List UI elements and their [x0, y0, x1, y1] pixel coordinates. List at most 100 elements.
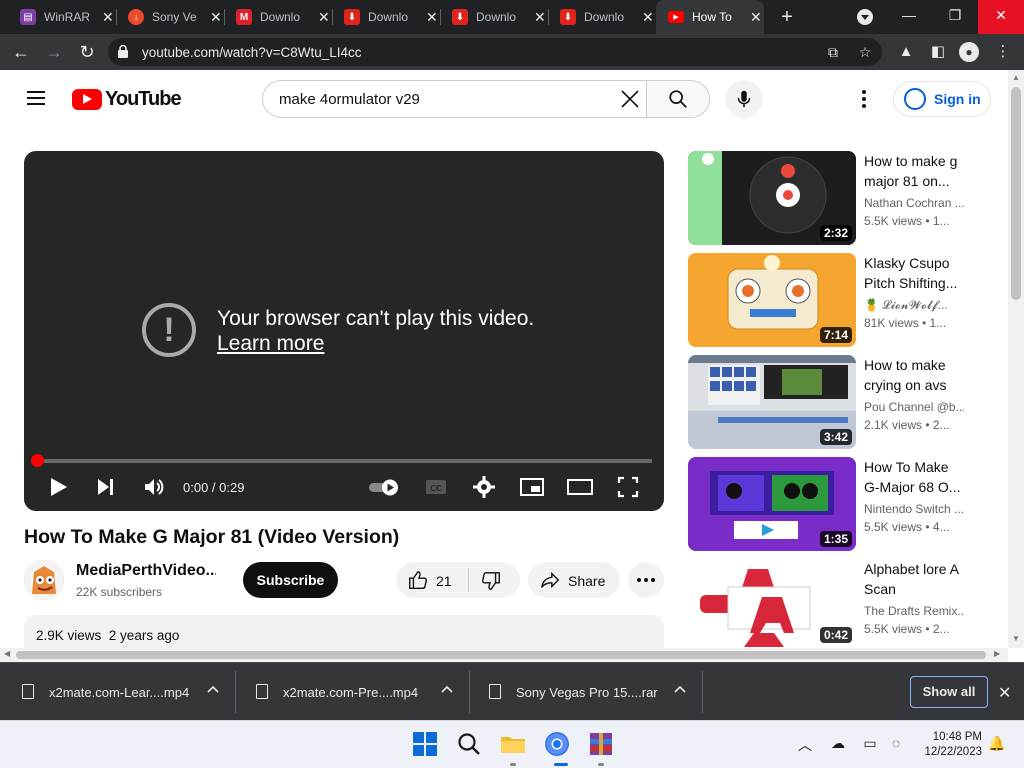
video-player[interactable]: ! Your browser can't play this video. Le… [24, 151, 664, 511]
scroll-down-icon[interactable]: ▼ [1012, 634, 1020, 643]
profile-avatar-icon[interactable]: ● [959, 42, 979, 62]
network-icon[interactable]: ◌ [887, 735, 905, 753]
voice-search-button[interactable] [725, 80, 763, 118]
learn-more-link[interactable]: Learn more [217, 331, 534, 356]
subscribe-button[interactable]: Subscribe [243, 562, 338, 598]
system-clock[interactable]: 10:48 PM 12/22/2023 [916, 730, 982, 760]
channel-avatar[interactable] [24, 560, 64, 600]
onedrive-offline-icon[interactable]: ☁ [829, 735, 847, 753]
winrar-icon[interactable] [588, 731, 614, 757]
recommended-channel[interactable]: Pou Channel @b... [864, 400, 964, 414]
tab-download-2[interactable]: ⬇ Downlo ✕ [332, 0, 440, 34]
recommended-video[interactable]: 3:42 How to make crying on avs Pou Channe… [688, 355, 998, 449]
close-icon[interactable]: ✕ [318, 9, 330, 26]
vertical-scrollbar[interactable]: ▲ ▼ [1008, 70, 1024, 648]
recommended-video[interactable]: 2:32 How to make g major 81 on... Nathan … [688, 151, 998, 245]
close-icon[interactable]: ✕ [426, 9, 438, 26]
tab-download-3[interactable]: ⬇ Downlo ✕ [440, 0, 548, 34]
scroll-left-icon[interactable]: ◀ [4, 649, 10, 658]
side-panel-icon[interactable]: ◧ [928, 42, 948, 62]
extensions-flask-icon[interactable]: ▲ [896, 42, 916, 62]
settings-kebab-icon[interactable] [855, 89, 873, 109]
channel-name[interactable]: MediaPerthVideo... [76, 562, 216, 580]
download-item[interactable]: x2mate.com-Lear....mp4 [0, 663, 234, 721]
search-input[interactable]: make 4ormulator v29 [262, 80, 648, 118]
recommended-title[interactable]: How To Make G-Major 68 O... [864, 457, 970, 497]
recommended-title[interactable]: How to make crying on avs [864, 355, 970, 395]
next-icon[interactable] [95, 474, 117, 500]
chevron-up-icon[interactable] [673, 682, 687, 696]
tab-download-4[interactable]: ⬇ Downlo ✕ [548, 0, 656, 34]
restore-button[interactable]: ❐ [932, 0, 978, 34]
chevron-up-icon[interactable] [206, 682, 220, 696]
forward-button[interactable]: → [42, 40, 66, 64]
description-box[interactable]: 2.9K views 2 years ago [24, 615, 664, 649]
bookmark-star-icon[interactable]: ☆ [856, 43, 874, 61]
chevron-up-icon[interactable] [440, 682, 454, 696]
recommended-channel[interactable]: The Drafts Remix... [864, 604, 964, 618]
video-thumbnail[interactable]: 7:14 [688, 253, 856, 347]
video-thumbnail[interactable]: 0:42 [688, 559, 856, 647]
recommended-title[interactable]: Alphabet lore A Scan [864, 559, 970, 599]
close-icon[interactable]: ✕ [642, 9, 654, 26]
recommended-video[interactable]: 0:42 Alphabet lore A Scan The Drafts Remi… [688, 559, 998, 647]
menu-icon[interactable] [27, 91, 45, 105]
minimize-button[interactable]: — [886, 0, 932, 34]
back-button[interactable]: ← [9, 40, 33, 64]
download-item[interactable]: Sony Vegas Pro 15....rar [467, 663, 701, 721]
more-actions-button[interactable] [628, 562, 664, 598]
windows-start-icon[interactable] [412, 731, 438, 757]
fullscreen-icon[interactable] [616, 474, 640, 500]
video-thumbnail[interactable]: 3:42 [688, 355, 856, 449]
show-hidden-icons-chevron-icon[interactable]: ︿ [796, 735, 814, 753]
video-thumbnail[interactable]: 1:35 [688, 457, 856, 551]
autoplay-toggle-icon[interactable] [368, 474, 402, 500]
reload-button[interactable]: ↻ [75, 40, 99, 64]
close-icon[interactable]: ✕ [534, 9, 546, 26]
thumbs-up-icon[interactable] [407, 569, 429, 591]
recommended-channel[interactable]: 🍍 𝓛𝓲𝓸𝓷𝓦𝓸𝓵𝓯... [864, 298, 964, 313]
tab-winrar[interactable]: ▤ WinRAR ✕ [8, 0, 116, 34]
settings-gear-icon[interactable] [473, 474, 495, 500]
file-explorer-icon[interactable] [500, 731, 526, 757]
video-thumbnail[interactable]: 2:32 [688, 151, 856, 245]
sign-in-button[interactable]: Sign in [893, 81, 991, 117]
tab-search-icon[interactable] [857, 9, 873, 25]
recommended-channel[interactable]: Nathan Cochran ... [864, 196, 964, 210]
scrollbar-thumb[interactable] [16, 651, 986, 659]
close-shelf-icon[interactable]: ✕ [998, 683, 1011, 703]
scrollbar-thumb[interactable] [1011, 87, 1021, 300]
tab-download-1[interactable]: M Downlo ✕ [224, 0, 332, 34]
thumbs-down-icon[interactable] [480, 570, 502, 592]
address-bar[interactable]: youtube.com/watch?v=C8Wtu_LI4cc ⧉ ☆ [108, 38, 882, 66]
tab-sony-vegas[interactable]: ↓ Sony Ve ✕ [116, 0, 224, 34]
notification-bell-icon[interactable]: 🔔 [988, 735, 1006, 753]
search-button[interactable] [646, 80, 710, 118]
recommended-channel[interactable]: Nintendo Switch ... [864, 502, 964, 516]
search-icon[interactable] [456, 731, 482, 757]
open-in-app-icon[interactable]: ⧉ [824, 43, 842, 61]
close-icon[interactable]: ✕ [210, 9, 222, 26]
close-icon[interactable]: ✕ [750, 9, 762, 26]
recommended-title[interactable]: How to make g major 81 on... [864, 151, 970, 191]
scroll-right-icon[interactable]: ▶ [994, 649, 1000, 658]
scroll-up-icon[interactable]: ▲ [1012, 73, 1020, 82]
close-window-button[interactable]: ✕ [978, 0, 1024, 34]
recommended-title[interactable]: Klasky Csupo Pitch Shifting... [864, 253, 970, 293]
chrome-icon[interactable] [544, 731, 570, 757]
horizontal-scrollbar[interactable]: ◀ ▶ [0, 648, 1008, 662]
youtube-logo[interactable]: YouTube [72, 88, 182, 111]
new-tab-button[interactable]: + [776, 6, 798, 28]
play-icon[interactable] [48, 474, 70, 500]
theater-mode-icon[interactable] [566, 474, 594, 500]
show-all-button[interactable]: Show all [910, 676, 988, 708]
volume-icon[interactable] [142, 474, 166, 500]
lock-icon[interactable] [118, 45, 128, 58]
scrubber-handle[interactable] [31, 454, 44, 467]
chrome-menu-icon[interactable]: ⋮ [993, 42, 1013, 62]
display-icon[interactable]: ▭ [861, 735, 879, 753]
recommended-video[interactable]: 7:14 Klasky Csupo Pitch Shifting... 🍍 𝓛𝓲𝓸… [688, 253, 998, 347]
download-item[interactable]: x2mate.com-Pre....mp4 [234, 663, 468, 721]
close-icon[interactable]: ✕ [102, 9, 114, 26]
recommended-video[interactable]: 1:35 How To Make G-Major 68 O... Nintendo… [688, 457, 998, 551]
